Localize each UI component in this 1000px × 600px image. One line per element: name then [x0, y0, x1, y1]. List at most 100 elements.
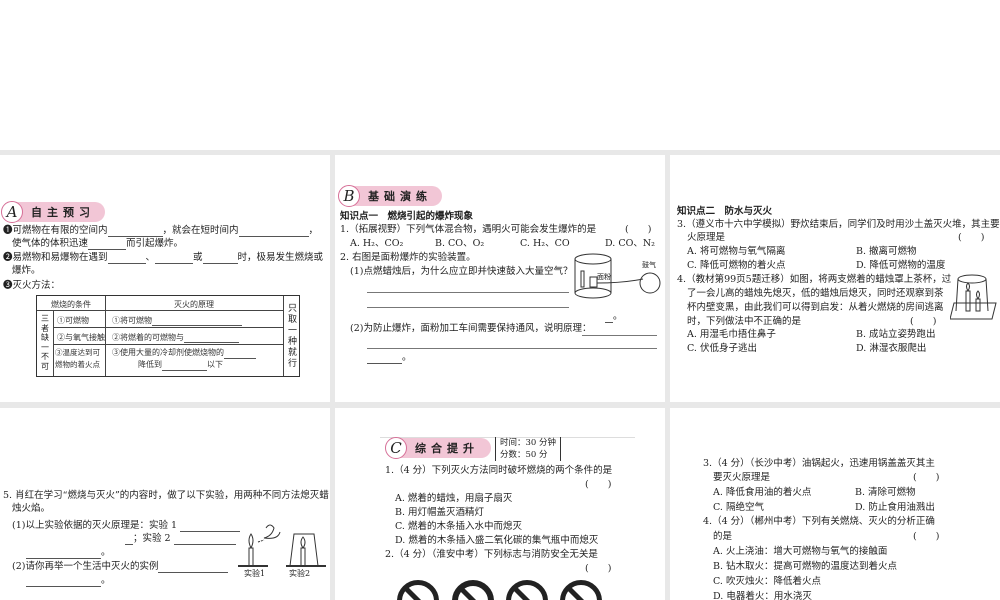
answer-paren[interactable]: ( ) — [913, 472, 939, 484]
badge-label: 自主预习 — [31, 206, 95, 219]
table-header: 燃烧的条件 — [51, 300, 91, 309]
question-3: 3.（遵义市十六中学模拟）野炊结束后，同学们及时用沙土盖灭火堆，其主要灭 — [677, 219, 1000, 230]
option-c[interactable]: C. 隔绝空气 — [713, 502, 764, 514]
answer-paren[interactable]: ( ) — [585, 479, 611, 491]
question-3-cont: 要灭火原理是 — [713, 472, 771, 483]
blank[interactable] — [202, 254, 238, 264]
question-3: ❸灭火方法： — [3, 280, 61, 291]
blank[interactable] — [162, 361, 207, 371]
question-4: 4.（4 分）（郴州中考）下列有关燃烧、灭火的分析正确 — [703, 516, 935, 527]
option-a[interactable]: A. 降低食用油的着火点 — [713, 487, 811, 499]
question-2-2: (2)为防止爆炸，面粉加工车间需要保持通风，说明原理： — [350, 323, 592, 334]
question-4: 4.（教材第99页5题迁移）如图，将两支燃着的蜡烛罩上茶杯，过 — [677, 274, 952, 285]
option-d[interactable]: D. 防止食用油溅出 — [855, 502, 935, 514]
option-a[interactable]: A. 将可燃物与氧气隔离 — [687, 246, 785, 258]
table-cell: ①将可燃物 — [109, 313, 245, 328]
question-1: 1.（4 分）下列灭火方法同时破坏燃烧的两个条件的是 — [385, 465, 613, 476]
option-b[interactable]: B. 钻木取火：提高可燃物的温度达到着火点 — [713, 561, 897, 573]
answer-end: 。 — [367, 352, 412, 364]
question-2: ❷易燃物和易爆物在遇到 、 或 时，极易发生燃烧或 — [3, 252, 323, 264]
blank[interactable] — [158, 563, 229, 573]
table-cell: ③使用大量的冷却剂使燃烧物的 降低到 以下 — [109, 346, 281, 372]
option-d[interactable]: D. 降低可燃物的温度 — [856, 260, 945, 272]
cell-text: 降低到 — [138, 360, 162, 369]
question-5-1-cont: ；实验 2 — [125, 533, 236, 545]
question-5-2-end: 。 — [26, 575, 111, 587]
table-cell: ①可燃物 — [57, 316, 89, 325]
q-text: (2)请你再举一个生活中灭火的实例 — [12, 561, 159, 572]
answer-paren[interactable]: ( ) — [913, 531, 939, 543]
option-a[interactable]: A. H₂、CO₂ — [350, 238, 403, 250]
question-1: ❶可燃物在有限的空间内 ，就会在短时间内 ， — [3, 225, 318, 237]
badge-letter: B — [338, 185, 360, 207]
sign-option-d-icon[interactable] — [560, 580, 602, 600]
option-d[interactable]: D. 淋湿衣服爬出 — [856, 343, 926, 355]
blank[interactable] — [107, 254, 146, 264]
cell-line: 降低到 以下 — [112, 359, 278, 371]
answer-line[interactable] — [367, 292, 569, 293]
blank[interactable] — [224, 349, 256, 359]
q-text: 而引起爆炸。 — [126, 238, 184, 249]
question-1-cont: 使气体的体积迅速 而引起爆炸。 — [12, 238, 183, 250]
question-4-cont: 的是 — [713, 531, 733, 542]
option-b[interactable]: B. 清除可燃物 — [855, 487, 916, 499]
option-a[interactable]: A. 火上浇油：增大可燃物与氧气的接触面 — [713, 546, 887, 558]
option-d[interactable]: D. CO、N₂ — [605, 238, 655, 250]
blank[interactable] — [26, 549, 101, 559]
q-text: 使气体的体积迅速 — [12, 238, 89, 249]
page-panel-experiment: 5. 肖红在学习“燃烧与灭火”的内容时，做了以下实验，用两种不同方法熄灭蜡 烛火… — [0, 408, 330, 600]
q-text: ❶可燃物在有限的空间内 — [3, 225, 108, 236]
table-cell: ②将燃着的可燃物与 — [109, 330, 242, 345]
option-b[interactable]: B. 成站立姿势跑出 — [856, 329, 936, 341]
option-c[interactable]: C. H₂、CO — [520, 238, 570, 250]
answer-line[interactable] — [367, 307, 569, 308]
end-mark: 。 — [402, 352, 412, 363]
blank[interactable] — [605, 313, 613, 323]
blank[interactable] — [180, 522, 241, 532]
option-b[interactable]: B. CO、O₂ — [435, 238, 484, 250]
answer-line[interactable] — [367, 348, 657, 349]
table-rule — [283, 296, 284, 376]
blank[interactable] — [155, 254, 194, 264]
option-a[interactable]: A. 燃着的蜡烛，用扇子扇灭 — [395, 493, 512, 505]
option-c[interactable]: C. 降低可燃物的着火点 — [687, 260, 785, 272]
blank[interactable] — [173, 535, 236, 545]
option-a[interactable]: A. 用湿毛巾捂住鼻子 — [687, 329, 776, 341]
question-5-cont: 烛火焰。 — [12, 503, 51, 514]
blank[interactable] — [184, 333, 239, 343]
section-badge-b: B 基础演练 — [338, 185, 442, 207]
blank[interactable] — [125, 535, 133, 545]
answer-line[interactable] — [582, 335, 657, 336]
sign-option-c-icon[interactable] — [506, 580, 548, 600]
option-b[interactable]: B. 撤离可燃物 — [856, 246, 917, 258]
option-b[interactable]: B. 用灯帽盖灭酒精灯 — [395, 507, 484, 519]
end-mark: 。 — [101, 547, 111, 558]
cell-text: 以下 — [207, 360, 223, 369]
answer-end: 。 — [605, 311, 623, 323]
option-c[interactable]: C. 伏低身子逃出 — [687, 343, 757, 355]
blank[interactable] — [367, 354, 402, 364]
q-text: ， — [308, 225, 319, 236]
blank[interactable] — [152, 316, 242, 326]
option-c[interactable]: C. 吹灭烛火：降低着火点 — [713, 576, 821, 588]
option-d[interactable]: D. 燃着的木条插入盛二氧化碳的集气瓶中而熄灭 — [395, 535, 598, 547]
badge-label: 基础演练 — [368, 190, 432, 203]
table-header: 灭火的原理 — [174, 300, 214, 309]
answer-paren[interactable]: ( ) — [958, 232, 984, 244]
question-5-2: (2)请你再举一个生活中灭火的实例 — [12, 561, 229, 573]
answer-paren[interactable]: ( ) — [625, 224, 651, 236]
question-2-cont: 爆炸。 — [12, 265, 41, 276]
answer-paren[interactable]: ( ) — [585, 563, 611, 575]
option-c[interactable]: C. 燃着的木条插入水中而熄灭 — [395, 521, 522, 533]
blank[interactable] — [26, 577, 101, 587]
table-cell: ②与氧气接触 — [57, 333, 105, 342]
blank[interactable] — [107, 227, 163, 237]
sign-option-a-icon[interactable] — [397, 580, 439, 600]
blank[interactable] — [238, 227, 309, 237]
badge-label: 综合提升 — [415, 442, 479, 455]
sign-option-b-icon[interactable] — [452, 580, 494, 600]
answer-paren[interactable]: ( ) — [910, 316, 936, 328]
badge-letter: A — [1, 201, 23, 223]
blank[interactable] — [88, 240, 127, 250]
option-d[interactable]: D. 电器着火：用水浇灭 — [713, 591, 812, 600]
